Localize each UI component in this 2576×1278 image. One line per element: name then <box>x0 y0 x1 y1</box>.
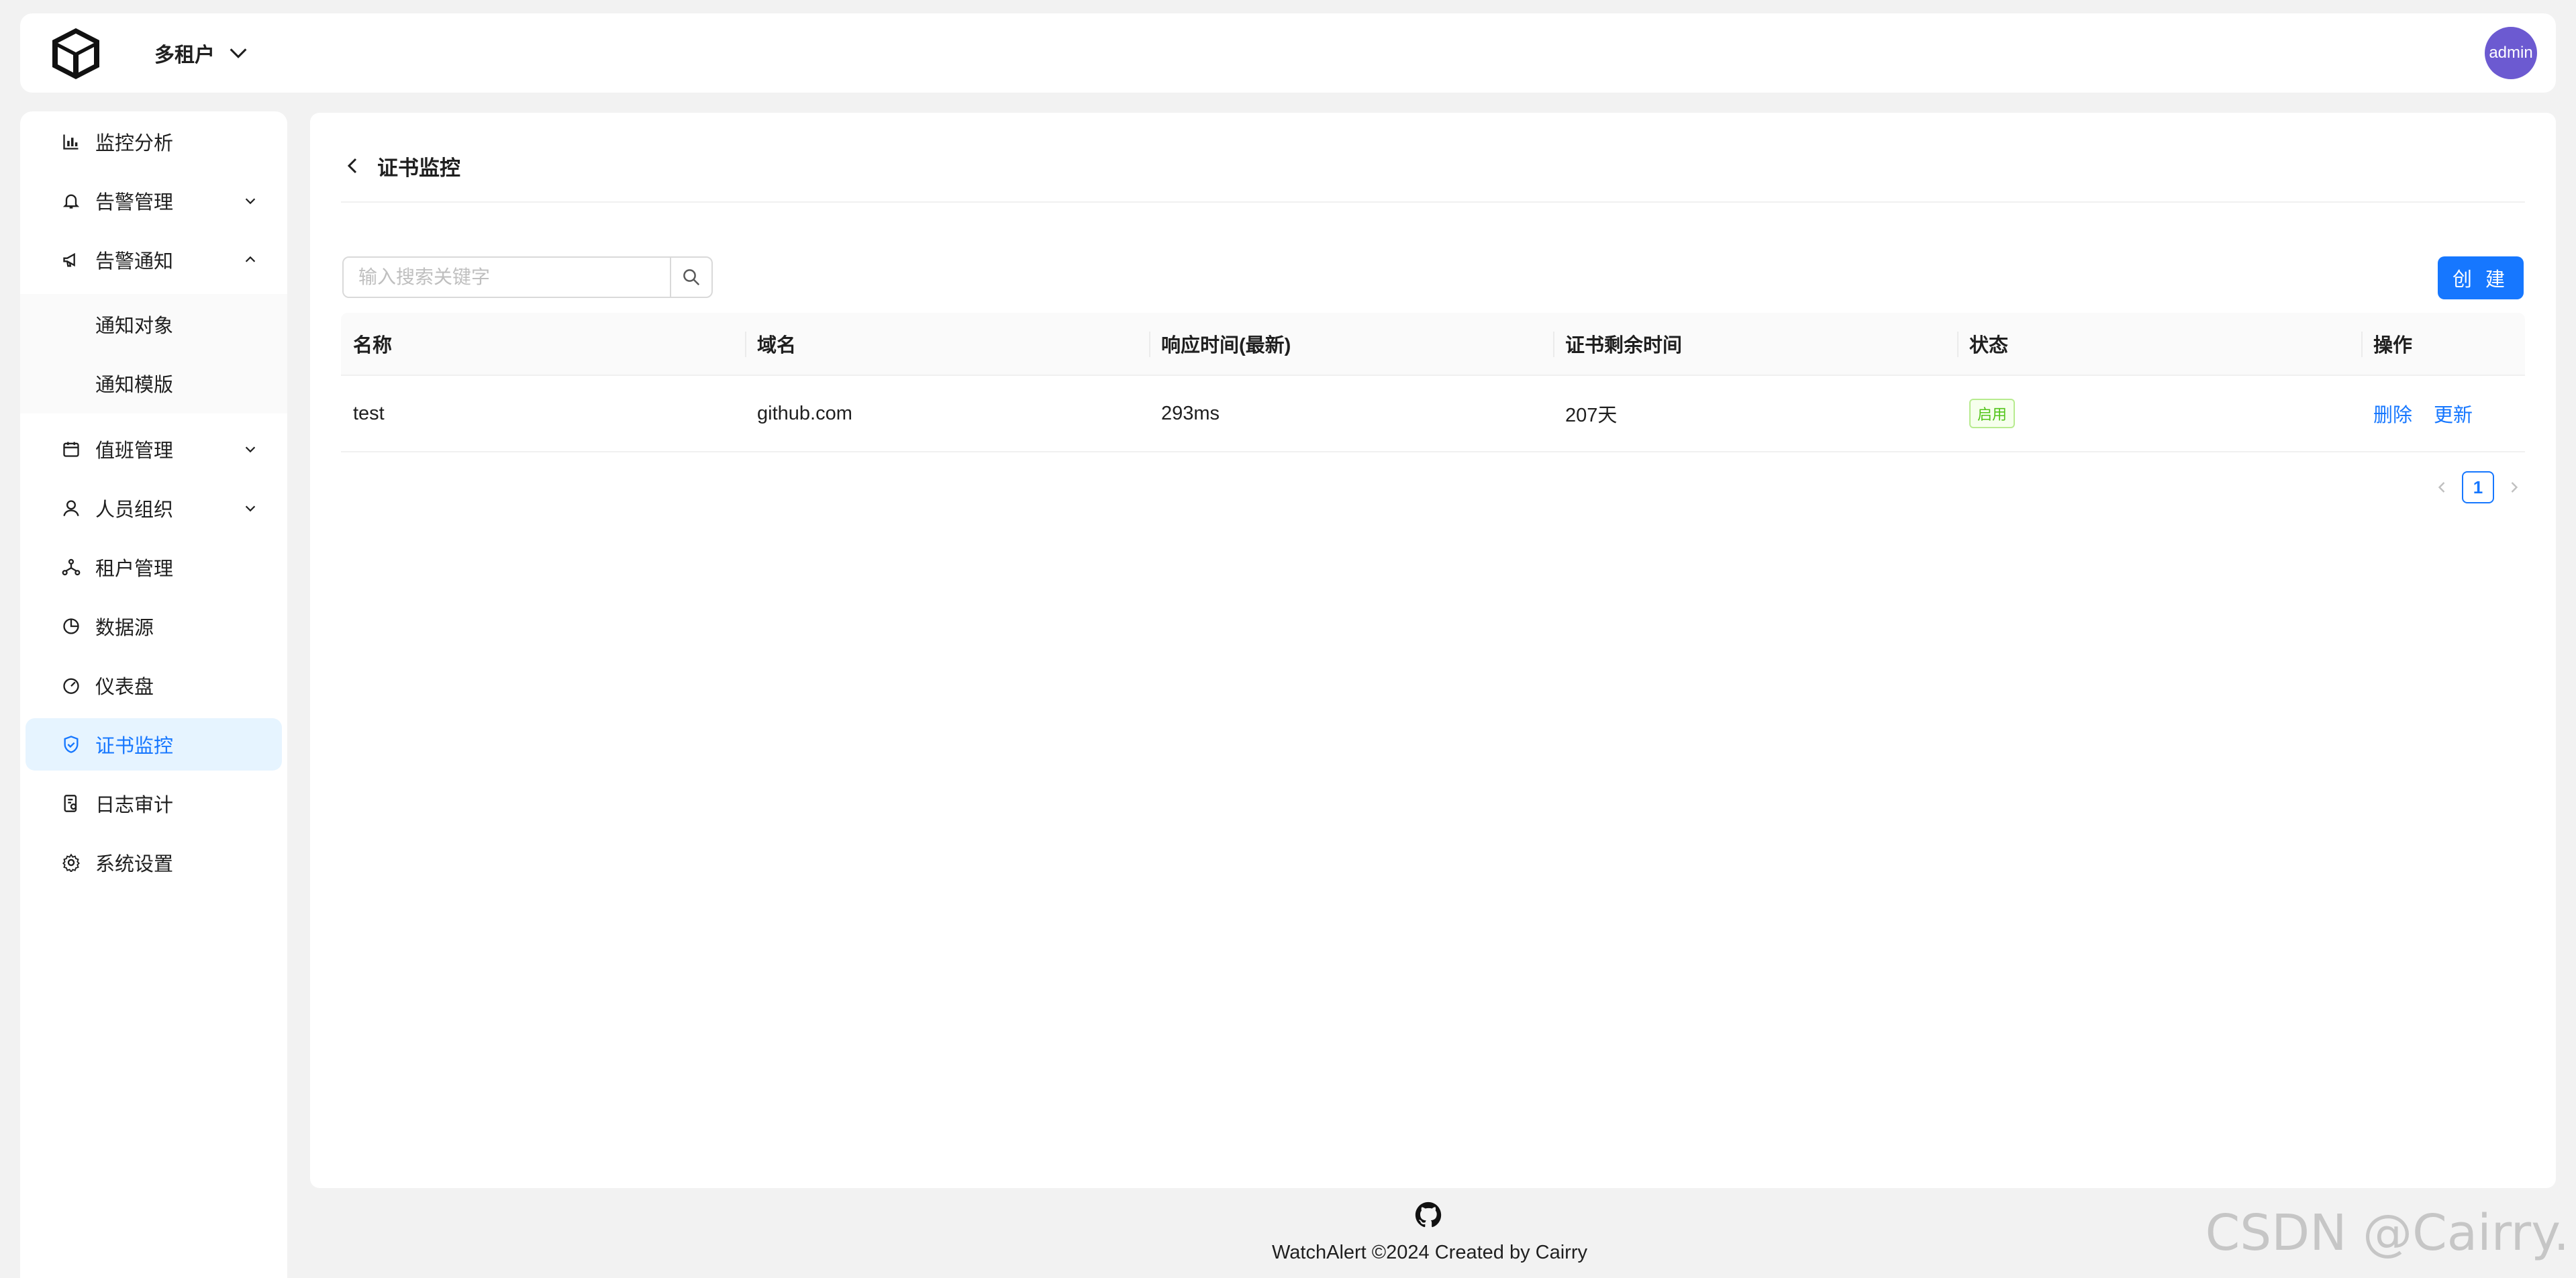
column-header-actions: 操作 <box>2361 313 2525 375</box>
sidebar-item-datasource[interactable]: 数据源 <box>26 600 282 652</box>
avatar[interactable]: admin <box>2485 27 2537 79</box>
search-box <box>342 256 713 298</box>
page-title: 证书监控 <box>377 156 460 180</box>
table-row: test github.com 293ms 207天 启用 删除 更新 <box>341 376 2525 452</box>
delete-link[interactable]: 删除 <box>2373 399 2412 428</box>
chart-icon <box>63 134 79 150</box>
footer-text: WatchAlert ©2024 Created by Cairry <box>1272 1242 1587 1263</box>
chevron-down-icon <box>245 446 256 453</box>
cell-actions: 删除 更新 <box>2361 376 2525 451</box>
audit-icon <box>64 795 77 812</box>
chevron-down-icon <box>230 48 247 58</box>
chevron-up-icon <box>245 256 256 262</box>
sidebar-item-label: 告警通知 <box>95 251 174 273</box>
cell-name: test <box>353 402 385 424</box>
main-panel: 证书监控 创 建 名称 域名 响应时间(最新) 证书剩余时间 状态 操作 tes… <box>310 113 2556 1188</box>
megaphone-icon <box>63 252 75 267</box>
sidebar-item-label: 证书监控 <box>95 736 174 757</box>
dashboard-icon <box>63 678 79 694</box>
cube-logo-icon[interactable] <box>48 26 103 81</box>
back-nav[interactable]: 证书监控 <box>342 148 460 184</box>
shield-icon <box>64 736 79 753</box>
sidebar-item-system-settings[interactable]: 系统设置 <box>26 836 282 889</box>
sidebar-item-label: 数据源 <box>95 618 154 639</box>
column-header-domain: 域名 <box>745 313 1149 375</box>
chevron-down-icon <box>245 198 256 205</box>
calendar-icon <box>63 442 79 457</box>
chevron-down-icon <box>245 505 256 512</box>
top-header: 多租户 admin <box>20 13 2556 93</box>
sidebar-item-label: 日志审计 <box>95 795 174 816</box>
table-header: 名称 域名 响应时间(最新) 证书剩余时间 状态 操作 <box>341 313 2525 376</box>
cell-response-time: 293ms <box>1161 402 1220 424</box>
sidebar-item-people-org[interactable]: 人员组织 <box>26 482 282 534</box>
tenant-label: 多租户 <box>154 44 215 66</box>
sidebar-item-cert-monitor[interactable]: 证书监控 <box>26 718 282 771</box>
sidebar-item-alert-management[interactable]: 告警管理 <box>26 175 282 227</box>
search-input[interactable] <box>344 258 670 297</box>
next-page-icon[interactable] <box>2505 478 2524 497</box>
sidebar-subitem-notify-template[interactable]: 通知模版 <box>26 357 282 409</box>
divider <box>341 201 2525 203</box>
sidebar-subitem-label: 通知模版 <box>95 375 174 396</box>
pie-icon <box>63 618 79 634</box>
user-icon <box>63 500 79 516</box>
sidebar-item-tenant-management[interactable]: 租户管理 <box>26 541 282 593</box>
sidebar-subitem-label: 通知对象 <box>95 315 174 337</box>
github-icon[interactable] <box>1415 1201 1442 1228</box>
sidebar-item-on-duty[interactable]: 值班管理 <box>26 423 282 475</box>
column-header-remaining: 证书剩余时间 <box>1553 313 1957 375</box>
prev-page-icon[interactable] <box>2432 478 2451 497</box>
column-header-response-time: 响应时间(最新) <box>1149 313 1553 375</box>
cell-status: 启用 <box>1957 376 2361 451</box>
sidebar-item-label: 租户管理 <box>95 558 174 580</box>
tenant-selector[interactable]: 多租户 <box>154 38 250 68</box>
gear-icon <box>62 853 80 872</box>
pagination: 1 <box>2432 471 2524 503</box>
create-button[interactable]: 创 建 <box>2438 256 2524 299</box>
cluster-icon <box>62 558 81 576</box>
update-link[interactable]: 更新 <box>2434 399 2473 428</box>
sidebar-subitem-notify-target[interactable]: 通知对象 <box>26 298 282 350</box>
sidebar-item-log-audit[interactable]: 日志审计 <box>26 777 282 830</box>
sidebar-item-alert-notification[interactable]: 告警通知 <box>26 234 282 286</box>
chevron-left-icon <box>347 158 357 174</box>
search-button[interactable] <box>670 258 711 297</box>
bell-icon <box>62 194 80 209</box>
sidebar-item-label: 系统设置 <box>95 854 174 875</box>
sidebar-item-dashboard[interactable]: 仪表盘 <box>26 659 282 711</box>
cell-domain: github.com <box>757 402 852 424</box>
cell-remaining: 207天 <box>1565 405 1618 426</box>
column-header-status: 状态 <box>1957 313 2361 375</box>
sidebar-item-label: 值班管理 <box>95 440 174 462</box>
sidebar-item-label: 告警管理 <box>95 192 174 213</box>
sidebar-item-label: 仪表盘 <box>95 677 154 698</box>
sidebar-item-label: 监控分析 <box>95 133 174 154</box>
watermark: CSDN @Cairry. <box>2205 1204 2569 1262</box>
column-header-name: 名称 <box>353 335 393 356</box>
cert-table: 名称 域名 响应时间(最新) 证书剩余时间 状态 操作 test github.… <box>341 313 2525 452</box>
page-number[interactable]: 1 <box>2462 471 2494 503</box>
search-icon <box>683 269 700 286</box>
status-badge: 启用 <box>1969 399 2016 428</box>
sidebar-item-monitor-analysis[interactable]: 监控分析 <box>26 115 282 168</box>
sidebar: 监控分析 告警管理 告警通知 通知对象 通知模版 值班管理 人员组织 租户管理 … <box>20 111 287 1278</box>
sidebar-item-label: 人员组织 <box>95 499 174 521</box>
